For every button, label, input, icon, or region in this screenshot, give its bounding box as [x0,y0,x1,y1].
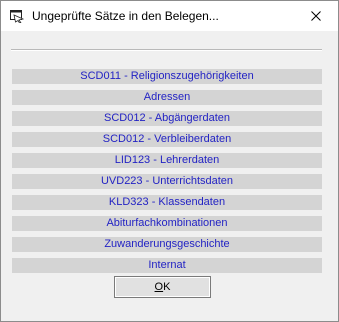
list-item[interactable]: UVD223 - Unterrichtsdaten [12,174,322,189]
unchecked-records-list: SCD011 - Religionszugehörigkeiten Adress… [12,69,322,279]
close-icon [311,11,321,21]
list-item[interactable]: KLD323 - Klassendaten [12,195,322,210]
close-button[interactable] [294,1,338,31]
title-bar[interactable]: Ungeprüfte Sätze in den Belegen... [1,1,338,31]
ok-button[interactable]: OK [114,276,211,298]
list-item[interactable]: Adressen [12,90,322,105]
dialog-app-icon [10,10,25,24]
list-item[interactable]: LID123 - Lehrerdaten [12,153,322,168]
separator-line [11,49,322,51]
ok-button-label-rest: K [163,281,171,293]
list-item[interactable]: Abiturfachkombinationen [12,216,322,231]
ok-button-accesskey: O [154,281,164,293]
dialog-window: Ungeprüfte Sätze in den Belegen... SCD01… [0,0,339,322]
list-item[interactable]: Zuwanderungsgeschichte [12,237,322,252]
list-item[interactable]: Internat [12,258,322,273]
list-item[interactable]: SCD011 - Religionszugehörigkeiten [12,69,322,84]
list-item[interactable]: SCD012 - Abgängerdaten [12,111,322,126]
window-title: Ungeprüfte Sätze in den Belegen... [32,9,219,23]
list-item[interactable]: SCD012 - Verbleiberdaten [12,132,322,147]
